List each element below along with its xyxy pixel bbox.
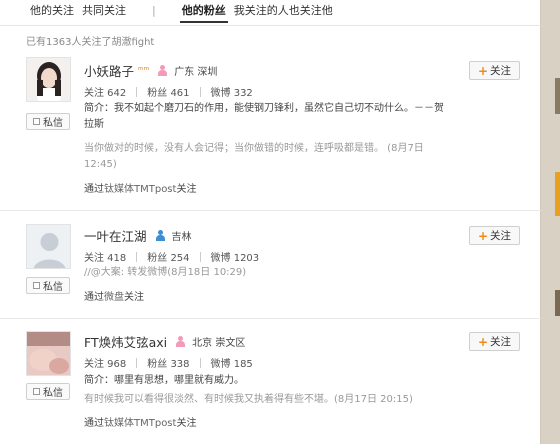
follow-label: 关注 [490,336,512,348]
follow-button[interactable]: + 关注 [469,332,520,351]
follow-button[interactable]: + 关注 [469,226,520,245]
message-button[interactable]: 私信 [26,277,70,294]
via-prefix: 通过 [84,292,104,303]
sidebar-thumbnail [555,290,560,316]
stat-divider [199,357,201,368]
follow-source: 通过微盘关注 [84,288,144,303]
user-name[interactable]: 一叶在江湖 [84,226,147,245]
stat-follows[interactable]: 关注 418 [84,249,126,264]
follow-label: 关注 [490,230,512,242]
avatar[interactable] [26,224,71,269]
user-stats: 关注 642 粉丝 461 微博 332 [84,84,253,99]
tab-divider [0,25,541,26]
stat-divider [136,357,138,368]
message-label: 私信 [43,118,63,129]
via-suffix: 关注 [124,292,144,303]
stat-divider [136,86,138,97]
default-avatar-icon [27,225,70,268]
tab-their-follows[interactable]: 他的关注 [26,2,78,18]
user-bio: 简介：我不如起个磨刀石的作用，能使钢刀锋利，虽然它自己切不动什么。－－贺拉斯 [84,103,444,130]
tab-also-follow[interactable]: 我关注的人也关注他 [230,2,337,18]
user-name[interactable]: 小妖路子 [84,61,134,80]
user-name-row: 小妖路子 ᵐᵐ 广东 深圳 [84,61,217,80]
mail-icon [33,388,40,395]
user-name-row: 一叶在江湖 吉林 [84,226,192,245]
tab-separator: | [152,3,156,17]
follow-source: 通过钛媒体TMTpost关注 [84,180,196,195]
stat-divider [136,251,138,262]
follow-button[interactable]: + 关注 [469,61,520,80]
user-location: 吉林 [171,232,192,243]
user-name-row: FT焕炜艾弦axi 北京 崇文区 [84,332,245,351]
mail-icon [33,282,40,289]
avatar-image [27,58,70,101]
avatar[interactable] [26,57,71,102]
user-location: 广东 深圳 [174,67,218,78]
stat-weibo[interactable]: 微博 1203 [211,249,260,264]
via-prefix: 通过 [84,418,104,429]
mail-icon [33,118,40,125]
item-divider [0,210,541,211]
stat-weibo[interactable]: 微博 332 [211,84,253,99]
stat-fans[interactable]: 粉丝 338 [147,355,189,370]
avatar[interactable] [26,331,71,376]
stat-follows[interactable]: 关注 642 [84,84,126,99]
stat-follows[interactable]: 关注 968 [84,355,126,370]
user-location: 北京 崇文区 [192,338,246,349]
latest-post[interactable]: 有时候我可以看得很淡然、有时候我又执着得有些不堪。(8月17日 20:15) [84,392,444,408]
tab-their-fans[interactable]: 他的粉丝 [178,2,230,23]
via-prefix: 通过 [84,184,104,195]
stat-fans[interactable]: 粉丝 254 [147,249,189,264]
user-stats: 关注 968 粉丝 338 微博 185 [84,355,253,370]
item-divider [0,318,541,319]
user-stats: 关注 418 粉丝 254 微博 1203 [84,249,259,264]
via-source-link[interactable]: 钛媒体TMTpost [104,418,176,429]
stat-divider [199,86,201,97]
verify-mark: ᵐᵐ [138,65,150,76]
female-icon [157,65,168,76]
plus-icon: + [477,334,489,349]
latest-post[interactable]: 当你做对的时候，没有人会记得；当你做错的时候，连呼吸都是错。 (8月7日 12:… [84,141,444,173]
follow-tabs: 他的关注 共同关注 | 他的粉丝 我关注的人也关注他 [0,0,541,23]
stat-weibo[interactable]: 微博 185 [211,355,253,370]
latest-post[interactable]: //@大案: 转发微博(8月18日 10:29) [84,265,444,281]
female-icon [175,336,186,347]
stat-fans[interactable]: 粉丝 461 [147,84,189,99]
tab-mutual[interactable]: 共同关注 [78,2,130,18]
via-source-link[interactable]: 微盘 [104,292,124,303]
fans-count-summary: 已有1363人关注了胡澈fight [26,37,155,48]
male-icon [155,230,166,241]
via-suffix: 关注 [176,184,197,195]
plus-icon: + [477,63,489,78]
plus-icon: + [477,228,489,243]
via-suffix: 关注 [176,418,197,429]
follow-source: 通过钛媒体TMTpost关注 [84,414,196,429]
avatar-image [27,332,70,375]
via-source-link[interactable]: 钛媒体TMTpost [104,184,176,195]
fans-panel: 他的关注 共同关注 | 他的粉丝 我关注的人也关注他 已有1363人关注了胡澈f… [0,0,541,444]
message-button[interactable]: 私信 [26,113,70,130]
stat-divider [199,251,201,262]
sidebar-thumbnail [555,78,560,114]
user-bio: 简介：哪里有思想，哪里就有威力。 [84,375,244,386]
follow-label: 关注 [490,65,512,77]
user-name[interactable]: FT焕炜艾弦axi [84,332,167,351]
message-button[interactable]: 私信 [26,383,70,400]
sidebar-banner [555,172,560,216]
message-label: 私信 [43,282,63,293]
right-sidebar-edge [541,0,560,444]
message-label: 私信 [43,388,63,399]
